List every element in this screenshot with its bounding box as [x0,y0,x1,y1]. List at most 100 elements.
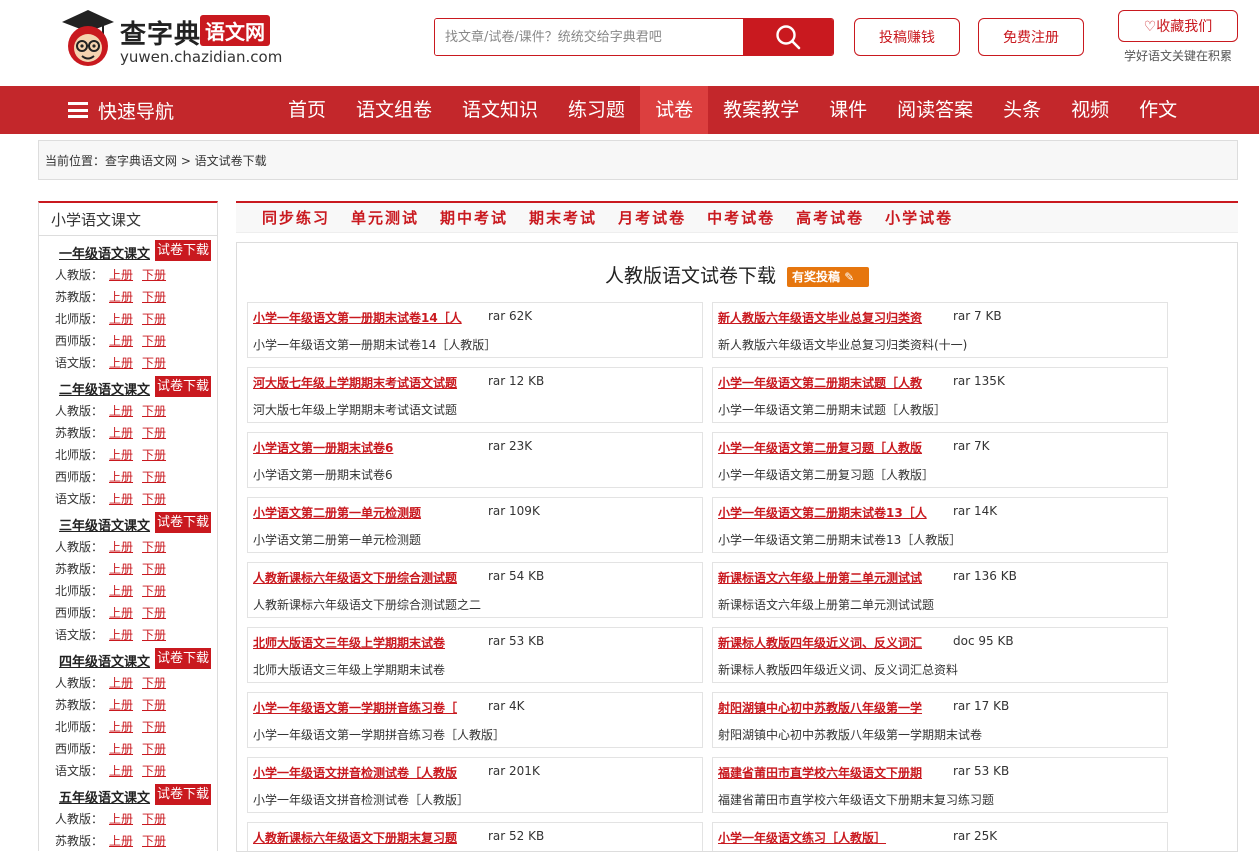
nav-item[interactable]: 阅读答案 [882,86,988,134]
volume-up-link[interactable]: 上册 [109,332,133,349]
grade-link[interactable]: 一年级语文课文 [59,243,150,262]
nav-item[interactable]: 作文 [1124,86,1192,134]
volume-up-link[interactable]: 上册 [109,718,133,735]
volume-down-link[interactable]: 下册 [142,810,166,827]
volume-up-link[interactable]: 上册 [109,288,133,305]
volume-up-link[interactable]: 上册 [109,832,133,849]
volume-up-link[interactable]: 上册 [109,762,133,779]
volume-up-link[interactable]: 上册 [109,266,133,283]
paper-title-link[interactable]: 人教新课标六年级语文下册期末复习题 [253,829,483,846]
volume-up-link[interactable]: 上册 [109,560,133,577]
category-tab[interactable]: 同步练习 [262,207,330,228]
paper-title-link[interactable]: 小学语文第二册第一单元检测题 [253,504,483,521]
category-tab[interactable]: 高考试卷 [796,207,864,228]
paper-title-link[interactable]: 小学一年级语文拼音检测试卷［人教版 [253,764,483,781]
paper-title-link[interactable]: 小学一年级语文第二册复习题［人教版 [718,439,948,456]
edition-label: 北师版： [55,720,104,734]
paper-title-link[interactable]: 河大版七年级上学期期末考试语文试题 [253,374,483,391]
category-tab[interactable]: 小学试卷 [885,207,953,228]
volume-up-link[interactable]: 上册 [109,604,133,621]
volume-down-link[interactable]: 下册 [142,538,166,555]
volume-down-link[interactable]: 下册 [142,446,166,463]
volume-down-link[interactable]: 下册 [142,424,166,441]
grade-download-button[interactable]: 试卷下载 [155,648,211,669]
volume-up-link[interactable]: 上册 [109,582,133,599]
volume-up-link[interactable]: 上册 [109,538,133,555]
category-tab[interactable]: 期中考试 [440,207,508,228]
favorite-button[interactable]: ♡收藏我们 [1118,10,1238,42]
category-tab[interactable]: 期末考试 [529,207,597,228]
volume-up-link[interactable]: 上册 [109,490,133,507]
grade-download-button[interactable]: 试卷下载 [155,376,211,397]
volume-up-link[interactable]: 上册 [109,674,133,691]
paper-title-link[interactable]: 福建省莆田市直学校六年级语文下册期 [718,764,948,781]
nav-item[interactable]: 视频 [1056,86,1124,134]
paper-title-link[interactable]: 新课标人教版四年级近义词、反义词汇 [718,634,948,651]
volume-down-link[interactable]: 下册 [142,762,166,779]
volume-down-link[interactable]: 下册 [142,468,166,485]
volume-up-link[interactable]: 上册 [109,446,133,463]
grade-download-button[interactable]: 试卷下载 [155,240,211,261]
grade-link[interactable]: 三年级语文课文 [59,515,150,534]
paper-title-link[interactable]: 人教新课标六年级语文下册综合测试题 [253,569,483,586]
volume-up-link[interactable]: 上册 [109,402,133,419]
category-tab[interactable]: 月考试卷 [618,207,686,228]
nav-item[interactable]: 语文组卷 [341,86,447,134]
volume-down-link[interactable]: 下册 [142,402,166,419]
volume-up-link[interactable]: 上册 [109,696,133,713]
nav-item[interactable]: 练习题 [553,86,640,134]
grade-download-button[interactable]: 试卷下载 [155,784,211,805]
volume-down-link[interactable]: 下册 [142,560,166,577]
category-tab[interactable]: 中考试卷 [707,207,775,228]
paper-title-link[interactable]: 北师大版语文三年级上学期期末试卷 [253,634,483,651]
reward-contribute-badge[interactable]: 有奖投稿 ✎ [787,267,869,287]
paper-title-link[interactable]: 小学一年级语文第一册期末试卷14［人 [253,309,483,326]
volume-down-link[interactable]: 下册 [142,310,166,327]
grade-download-button[interactable]: 试卷下载 [155,512,211,533]
volume-down-link[interactable]: 下册 [142,266,166,283]
category-tab[interactable]: 单元测试 [351,207,419,228]
grade-link[interactable]: 二年级语文课文 [59,379,150,398]
volume-down-link[interactable]: 下册 [142,354,166,371]
volume-up-link[interactable]: 上册 [109,468,133,485]
volume-down-link[interactable]: 下册 [142,288,166,305]
volume-up-link[interactable]: 上册 [109,740,133,757]
volume-up-link[interactable]: 上册 [109,310,133,327]
volume-down-link[interactable]: 下册 [142,718,166,735]
volume-up-link[interactable]: 上册 [109,626,133,643]
search-input[interactable] [435,19,745,55]
nav-item[interactable]: 课件 [814,86,882,134]
nav-item[interactable]: 头条 [988,86,1056,134]
nav-item[interactable]: 语文知识 [447,86,553,134]
nav-item[interactable]: 试卷 [640,86,709,134]
volume-up-link[interactable]: 上册 [109,424,133,441]
quick-nav-button[interactable]: 快速导航 [68,86,174,134]
paper-title-link[interactable]: 小学一年级语文第二册期末试卷13［人 [718,504,948,521]
paper-title-link[interactable]: 小学语文第一册期末试卷6 [253,439,483,456]
nav-item[interactable]: 首页 [273,86,341,134]
site-logo[interactable]: 查字典 语文网 yuwen.chazidian.com [58,6,288,76]
volume-down-link[interactable]: 下册 [142,696,166,713]
volume-down-link[interactable]: 下册 [142,582,166,599]
volume-down-link[interactable]: 下册 [142,332,166,349]
volume-down-link[interactable]: 下册 [142,626,166,643]
paper-title-link[interactable]: 小学一年级语文第一学期拼音练习卷［ [253,699,483,716]
volume-up-link[interactable]: 上册 [109,810,133,827]
volume-down-link[interactable]: 下册 [142,490,166,507]
volume-down-link[interactable]: 下册 [142,832,166,849]
volume-up-link[interactable]: 上册 [109,354,133,371]
paper-title-link[interactable]: 新人教版六年级语文毕业总复习归类资 [718,309,948,326]
volume-down-link[interactable]: 下册 [142,674,166,691]
register-button[interactable]: 免费注册 [978,18,1084,56]
paper-title-link[interactable]: 小学一年级语文第二册期末试题［人教 [718,374,948,391]
paper-title-link[interactable]: 小学一年级语文练习［人教版］ [718,829,948,846]
paper-title-link[interactable]: 新课标语文六年级上册第二单元测试试 [718,569,948,586]
paper-title-link[interactable]: 射阳湖镇中心初中苏教版八年级第一学 [718,699,948,716]
nav-item[interactable]: 教案教学 [708,86,814,134]
volume-down-link[interactable]: 下册 [142,604,166,621]
contribute-button[interactable]: 投稿赚钱 [854,18,960,56]
grade-link[interactable]: 五年级语文课文 [59,787,150,806]
grade-link[interactable]: 四年级语文课文 [59,651,150,670]
search-button[interactable] [743,19,833,55]
volume-down-link[interactable]: 下册 [142,740,166,757]
